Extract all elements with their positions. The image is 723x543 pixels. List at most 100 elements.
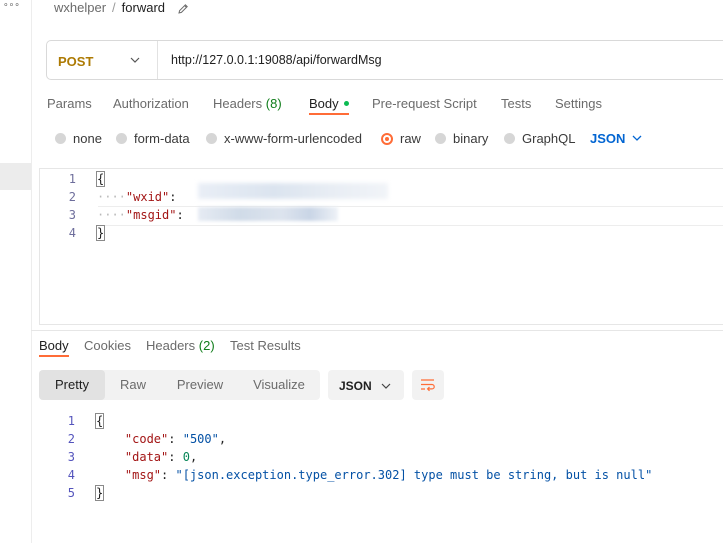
response-format-select[interactable]: JSON <box>328 370 404 400</box>
chevron-down-icon <box>130 57 140 63</box>
radio-graphql[interactable]: GraphQL <box>504 131 575 146</box>
line-number: 2 <box>68 190 76 204</box>
line-number: 4 <box>68 226 76 240</box>
radio-none[interactable]: none <box>55 131 102 146</box>
redacted-value <box>198 207 338 221</box>
code-line: } <box>94 485 105 501</box>
tab-label: Authorization <box>113 96 189 111</box>
wrap-lines-button[interactable] <box>412 370 444 400</box>
body-indicator-dot <box>343 101 349 107</box>
radio-icon <box>435 133 446 145</box>
line-number: 5 <box>67 486 75 500</box>
radio-label: binary <box>453 131 489 146</box>
code-line: "msg": "[json.exception.type_error.302] … <box>124 468 653 482</box>
radio-icon <box>504 133 515 145</box>
line-number: 3 <box>68 208 76 222</box>
breadcrumb-separator: / <box>112 0 116 15</box>
open-brace: { <box>94 413 105 429</box>
close-brace: } <box>95 225 106 241</box>
response-body-viewer[interactable]: 1 2 3 4 5 { "code": "500", "data": 0, "m… <box>39 412 719 512</box>
code-line: } <box>95 225 106 241</box>
tab-label: Tests <box>501 96 532 111</box>
url-input[interactable]: http://127.0.0.1:19088/api/forwardMsg <box>171 53 382 67</box>
tab-response-body[interactable]: Body <box>39 338 69 357</box>
radio-icon <box>55 133 66 145</box>
radio-label: GraphQL <box>522 131 576 146</box>
radio-form-data[interactable]: form-data <box>116 131 190 146</box>
tab-settings[interactable]: Settings <box>555 96 602 111</box>
line-number: 3 <box>67 450 75 464</box>
headers-count: (2) <box>198 338 215 353</box>
view-pretty-button[interactable]: Pretty <box>39 370 105 400</box>
view-preview-button[interactable]: Preview <box>163 370 237 400</box>
radio-label: raw <box>400 131 421 146</box>
tab-body[interactable]: Body <box>309 96 349 115</box>
code-line: "data": 0, <box>124 450 198 464</box>
json-key: "code" <box>124 432 169 446</box>
method-label: POST <box>58 54 94 69</box>
tab-pre-request-script[interactable]: Pre-request Script <box>372 96 477 111</box>
code-line: "code": "500", <box>124 432 227 446</box>
view-raw-button[interactable]: Raw <box>107 370 159 400</box>
open-brace: { <box>95 171 106 187</box>
radio-x-www-form-urlencoded[interactable]: x-www-form-urlencoded <box>206 131 362 146</box>
wrap-lines-icon <box>421 379 435 392</box>
pane-divider[interactable] <box>31 330 723 331</box>
radio-label: x-www-form-urlencoded <box>224 131 362 146</box>
radio-binary[interactable]: binary <box>435 131 488 146</box>
radio-raw[interactable]: raw <box>381 131 421 146</box>
left-sidebar: ∘∘∘ <box>0 0 32 543</box>
json-key: "wxid" <box>125 190 170 204</box>
sidebar-selected-item[interactable] <box>0 163 31 190</box>
line-number: 1 <box>67 414 75 428</box>
tab-headers[interactable]: Headers (8) <box>213 96 282 111</box>
current-line-highlight <box>98 206 723 226</box>
json-value: 0 <box>182 450 190 464</box>
tab-label: Test Results <box>230 338 301 353</box>
tab-test-results[interactable]: Test Results <box>230 338 301 353</box>
breadcrumb-collection[interactable]: wxhelper <box>54 0 106 15</box>
breadcrumb-request-name[interactable]: forward <box>122 0 165 15</box>
tab-label: Headers <box>146 338 196 353</box>
tab-label: Cookies <box>84 338 131 353</box>
tab-label: Body <box>39 338 69 353</box>
tab-params[interactable]: Params <box>47 96 92 111</box>
window-dots-icon: ∘∘∘ <box>3 0 20 9</box>
code-line: { <box>95 171 106 187</box>
line-number: 4 <box>67 468 75 482</box>
json-key: "data" <box>124 450 169 464</box>
tab-label: Params <box>47 96 92 111</box>
active-tab-underline <box>309 113 349 115</box>
pencil-icon[interactable] <box>177 3 189 15</box>
line-number: 2 <box>67 432 75 446</box>
radio-label: form-data <box>134 131 190 146</box>
json-colon: : <box>176 208 184 222</box>
view-mode-group: Pretty Raw Preview Visualize <box>39 370 320 400</box>
radio-label: none <box>73 131 102 146</box>
tab-response-headers[interactable]: Headers (2) <box>146 338 215 353</box>
json-value: "500" <box>182 432 219 446</box>
code-line: ····"wxid": <box>97 190 177 204</box>
json-key: "msgid" <box>125 208 177 222</box>
request-body-editor[interactable]: 1 2 3 4 { ····"wxid": ····"msgid": } <box>39 168 723 325</box>
tab-tests[interactable]: Tests <box>501 96 531 111</box>
tab-label: Pre-request Script <box>372 96 477 111</box>
json-colon: : <box>169 190 177 204</box>
response-format-label: JSON <box>339 379 372 393</box>
tab-authorization[interactable]: Authorization <box>113 96 189 111</box>
headers-count: (8) <box>265 96 282 111</box>
tab-label: Settings <box>555 96 602 111</box>
active-tab-underline <box>39 355 69 357</box>
json-value: "[json.exception.type_error.302] type mu… <box>175 468 653 482</box>
view-visualize-button[interactable]: Visualize <box>241 370 317 400</box>
url-bar: POST http://127.0.0.1:19088/api/forwardM… <box>46 40 723 80</box>
line-number: 1 <box>68 172 76 186</box>
json-key: "msg" <box>124 468 162 482</box>
radio-icon <box>116 133 127 145</box>
tab-cookies[interactable]: Cookies <box>84 338 131 353</box>
body-format-select[interactable]: JSON <box>590 131 643 146</box>
code-line: ····"msgid": <box>97 208 184 222</box>
code-line: { <box>94 413 105 429</box>
method-select[interactable]: POST <box>47 41 158 79</box>
redacted-value <box>198 183 388 199</box>
